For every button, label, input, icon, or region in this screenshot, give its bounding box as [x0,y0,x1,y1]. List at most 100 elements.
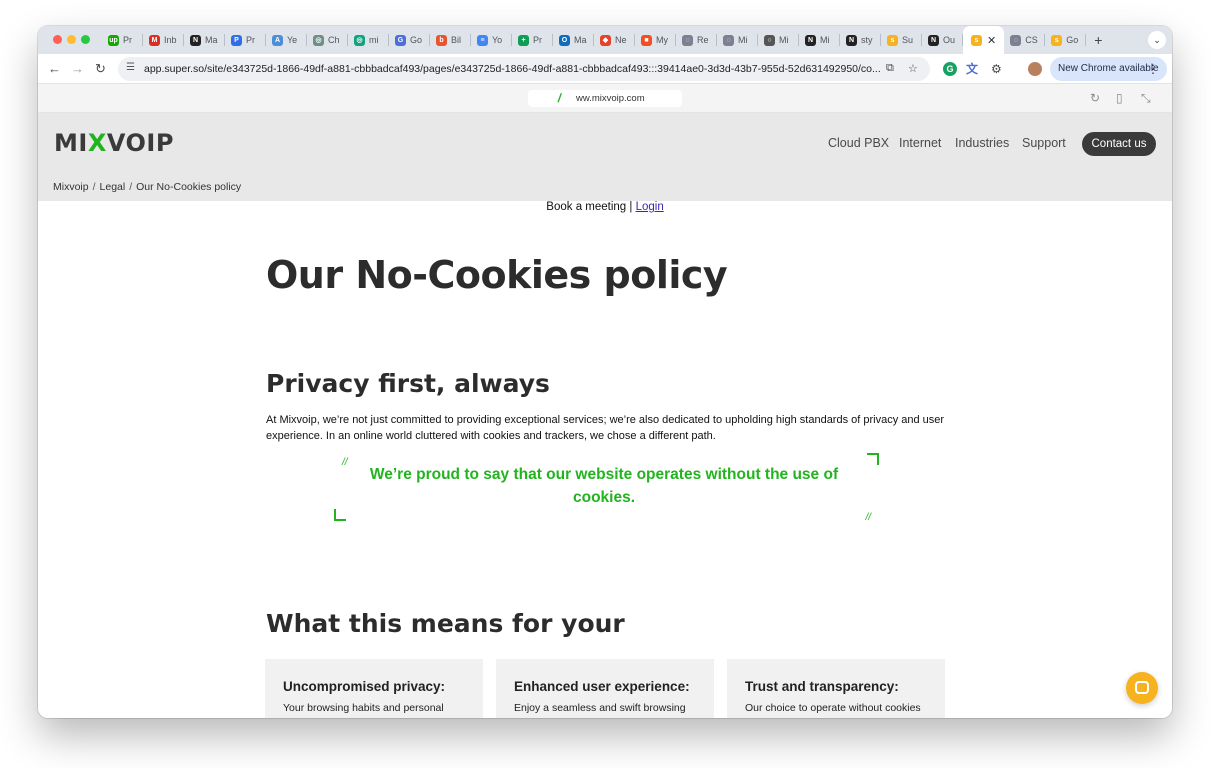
nav-internet[interactable]: Internet [899,136,941,150]
nav-cloud-pbx[interactable]: Cloud PBX [828,136,889,150]
tab[interactable]: s Su [881,26,922,54]
tab[interactable]: + Pr [512,26,553,54]
collapse-icon[interactable]: ⤡ [1141,91,1151,105]
tab[interactable]: ○ Mi [758,26,799,54]
tab-label: Ma [205,35,218,45]
tab-label: CS [1025,35,1038,45]
docs-icon: ≡ [477,34,488,46]
close-tab-icon[interactable]: ✕ [987,34,996,47]
reload-icon[interactable]: ↻ [95,61,106,77]
chrome-update-label: New Chrome available [1058,63,1159,74]
tab-label: Ch [328,35,340,45]
tab[interactable]: N Mi [799,26,840,54]
tab-active[interactable]: s ✕ [963,26,1005,54]
notion-icon: N [846,34,857,46]
app-icon: ○ [764,34,775,46]
docs-icon: P [231,34,242,46]
address-bar[interactable]: ☰ app.super.so/site/e343725d-1866-49df-a… [118,57,930,81]
super-logo-icon: / [556,91,563,105]
notion-icon: N [928,34,939,46]
tab[interactable]: P Pr [225,26,266,54]
forward-arrow-icon[interactable]: → [71,61,84,77]
site-settings-icon[interactable]: ☰ [126,62,135,73]
tab[interactable]: N Ou [922,26,963,54]
more-menu-icon[interactable]: ⋮ [1147,57,1159,81]
benefit-card: Enhanced user experience: Enjoy a seamle… [496,659,714,718]
tab[interactable]: M Inb [143,26,184,54]
extensions-puzzle-icon[interactable]: ⚙ [991,61,1002,77]
tab[interactable]: ≡ Yo [471,26,512,54]
grammarly-extension-icon[interactable]: G [943,62,957,76]
tab[interactable]: A Ye [266,26,307,54]
tab[interactable]: b Bil [430,26,471,54]
tab-search-chevron-icon[interactable]: ⌄ [1148,31,1166,49]
upwork-icon: up [108,34,119,46]
tab[interactable]: up Pr [102,26,143,54]
translate-icon: G [395,34,406,46]
quote-text: We’re proud to say that our website oper… [369,466,839,506]
mobile-view-icon[interactable]: ▯ [1116,91,1123,105]
back-arrow-icon[interactable]: ← [48,61,61,77]
tab[interactable]: ■ My [635,26,676,54]
tab[interactable]: G Go [389,26,430,54]
nav-support[interactable]: Support [1022,136,1066,150]
chat-widget-icon[interactable] [1126,672,1158,704]
notion-icon: N [805,34,816,46]
breadcrumb-legal[interactable]: Legal [100,181,126,193]
site-header: MIXVOIP Cloud PBX Internet Industries Su… [38,113,1172,201]
chrome-update-button[interactable]: New Chrome available ⋮ [1050,57,1167,81]
tab-label: Mi [738,35,748,45]
profile-avatar[interactable] [1028,62,1042,76]
tab-label: Ma [574,35,587,45]
tab[interactable]: Nsty [840,26,881,54]
tab-label: Pr [246,35,255,45]
close-quote-icon: // [865,512,871,523]
nav-industries[interactable]: Industries [955,136,1009,150]
translate-extension-icon[interactable]: 文 [966,61,978,77]
tab-label: mi [369,35,379,45]
tab-label: Inb [164,35,177,45]
tab-label: Ye [287,35,298,45]
microsoft-icon: ■ [641,34,652,46]
tab-label: Pr [533,35,542,45]
notion-icon: N [190,34,201,46]
gitlab-icon: ◆ [600,34,611,46]
logo-part1: MI [54,129,88,157]
section-heading-privacy: Privacy first, always [266,369,550,398]
super-icon: s [1051,34,1063,46]
tab[interactable]: O Ma [553,26,594,54]
highlight-quote: // We’re proud to say that our website o… [334,453,879,523]
bookmark-star-icon[interactable]: ☆ [908,62,918,75]
book-meeting-link[interactable]: Book a meeting | [546,201,635,213]
minimize-window-button[interactable] [67,35,76,44]
breadcrumb-home[interactable]: Mixvoip [53,181,89,193]
tab[interactable]: s Go [1045,26,1087,54]
tab[interactable]: ◆ Ne [594,26,635,54]
close-window-button[interactable] [53,35,62,44]
tab[interactable]: ◌ CS [1004,26,1046,54]
card-title: Uncompromised privacy: [283,679,446,694]
book-login-line: Book a meeting | Login [38,201,1172,213]
refresh-preview-icon[interactable]: ↻ [1090,91,1100,105]
tab[interactable]: ◌ Re [676,26,717,54]
login-link[interactable]: Login [636,201,664,213]
tab[interactable]: ◌ Mi [717,26,758,54]
mixvoip-logo[interactable]: MIXVOIP [54,129,174,157]
tab[interactable]: N Ma [184,26,225,54]
url-text[interactable]: app.super.so/site/e343725d-1866-49df-a88… [144,63,880,75]
card-body: Enjoy a seamless and swift browsing expe… [514,702,686,714]
maximize-window-button[interactable] [81,35,90,44]
preview-domain-pill[interactable]: / ww.mixvoip.com [528,90,682,107]
tab-label: Mi [820,35,830,45]
benefit-card: Trust and transparency: Our choice to op… [727,659,945,718]
install-app-icon[interactable]: ⧉ [886,62,894,75]
tab[interactable]: ◎ Ch [307,26,348,54]
corner-bracket-icon [867,453,879,465]
tab[interactable]: ◎ mi [348,26,389,54]
billing-icon: b [436,34,447,46]
contact-us-button[interactable]: Contact us [1082,132,1156,156]
tab-label: Mi [779,35,789,45]
super-icon: s [971,34,982,46]
new-tab-plus-icon[interactable]: + [1094,32,1102,48]
breadcrumb: Mixvoip / Legal / Our No-Cookies policy [53,181,242,193]
